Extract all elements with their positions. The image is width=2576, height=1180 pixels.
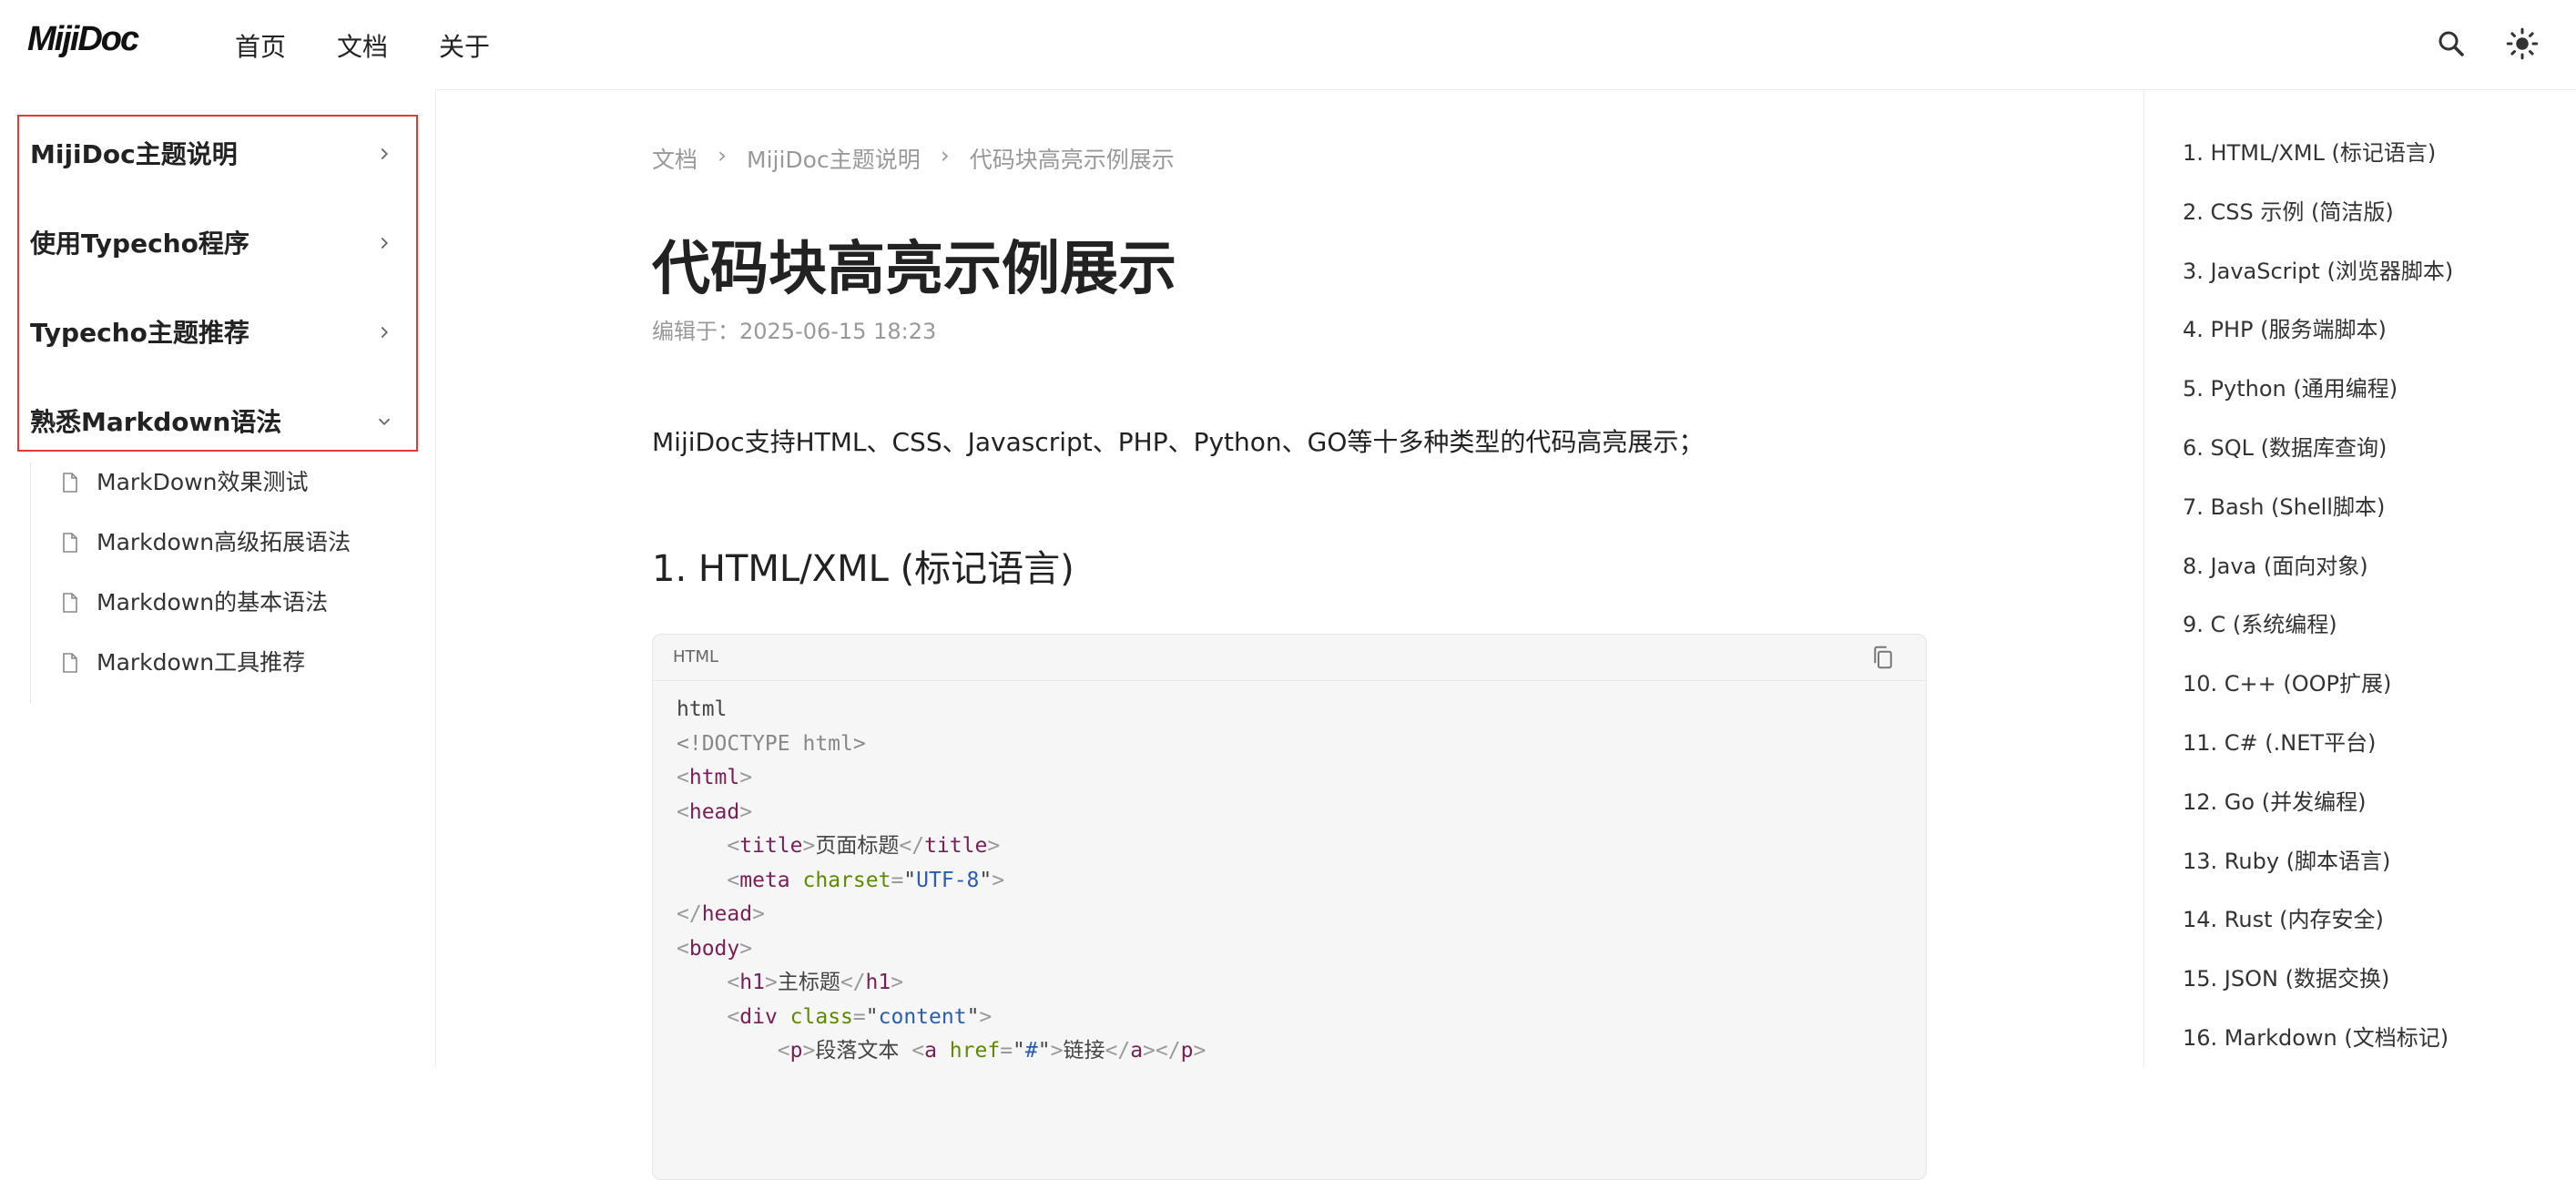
edited-timestamp: 编辑于：2025-06-15 18:23 [652,319,937,344]
chevron-right-icon [381,237,389,249]
toc-item[interactable]: 13. Ruby (脚本语言) [2183,843,2390,875]
toc-item[interactable]: 15. JSON (数据交换) [2183,961,2389,992]
category-label: 熟悉Markdown语法 [30,407,282,437]
code-block-header: HTML [653,635,1926,681]
intro-paragraph: MijiDoc支持HTML、CSS、Javascript、PHP、Python、… [652,427,1705,457]
breadcrumb-mijidoc[interactable]: MijiDoc主题说明 [747,142,921,175]
toc-item[interactable]: 7. Bash (Shell脚本) [2183,489,2385,521]
toc-item[interactable]: 1. HTML/XML (标记语言) [2183,135,2436,167]
sidebar-item-label: Markdown高级拓展语法 [97,529,351,555]
nav-home[interactable]: 首页 [235,27,286,64]
sidebar-item-markdown-test[interactable]: MarkDown效果测试 [60,463,308,503]
toc-item[interactable]: 8. Java (面向对象) [2183,548,2368,580]
sidebar-item-markdown-basic[interactable]: Markdown的基本语法 [60,583,328,623]
sidebar-category-markdown[interactable]: 熟悉Markdown语法 [30,395,394,450]
toc-item[interactable]: 11. C# (.NET平台) [2183,725,2376,757]
breadcrumb: 文档 › MijiDoc主题说明 › 代码块高亮示例展示 [652,142,1175,175]
code-line: <meta charset="UTF-8"> [727,868,1005,892]
category-label: MijiDoc主题说明 [30,139,238,169]
breadcrumb-docs[interactable]: 文档 [652,142,697,175]
sidebar-item-label: Markdown的基本语法 [97,589,329,615]
category-label: 使用Typecho程序 [30,229,249,259]
code-block: HTML html <!DOCTYPE html> <html> <head> <ti… [652,634,1927,1180]
code-line: <head> [677,799,753,824]
toc-item[interactable]: 9. C (系统编程) [2183,606,2337,638]
code-line: <!DOCTYPE html> [677,731,866,756]
table-of-contents: 1. HTML/XML (标记语言) 2. CSS 示例 (简洁版) 3. Java… [2143,89,2576,1067]
sidebar-category-mijidoc[interactable]: MijiDoc主题说明 [30,127,394,182]
toc-item[interactable]: 3. JavaScript (浏览器脚本) [2183,253,2453,285]
breadcrumb-current: 代码块高亮示例展示 [969,147,1175,173]
document-icon [63,653,77,673]
category-label: Typecho主题推荐 [30,318,249,348]
breadcrumb-separator-icon: › [940,142,950,168]
sidebar-item-label: MarkDown效果测试 [97,469,309,495]
code-line: <div class="content"> [727,1004,993,1029]
toc-item[interactable]: 5. Python (通用编程) [2183,371,2398,402]
page-title: 代码块高亮示例展示 [652,236,1176,303]
chevron-down-icon [378,418,391,426]
code-line: <title>页面标题</title> [727,834,1001,858]
toc-item[interactable]: 12. Go (并发编程) [2183,784,2366,816]
code-line: <html> [677,766,753,789]
toc-item[interactable]: 14. Rust (内存安全) [2183,901,2384,933]
site-logo[interactable]: MijiDoc [27,20,139,59]
toc-item[interactable]: 6. SQL (数据库查询) [2183,430,2387,462]
code-content: html <!DOCTYPE html> <html> <head> <title>页… [677,693,1206,1069]
section-heading: 1. HTML/XML (标记语言) [652,548,1074,590]
nav-docs[interactable]: 文档 [337,27,388,64]
sidebar-item-markdown-tools[interactable]: Markdown工具推荐 [60,643,305,683]
code-line: <body> [677,936,753,961]
chevron-right-icon [381,148,389,160]
document-icon [63,473,77,493]
nav-about[interactable]: 关于 [439,27,490,64]
markdown-sub-list: MarkDown效果测试 Markdown高级拓展语法 Markdown的基本语… [30,463,423,703]
theme-toggle-icon[interactable] [2506,27,2539,60]
search-icon[interactable] [2435,27,2468,60]
document-icon [63,533,77,553]
toc-item[interactable]: 4. PHP (服务端脚本) [2183,311,2387,343]
code-line: html [677,697,728,721]
sidebar-category-themes[interactable]: Typecho主题推荐 [30,306,394,361]
sidebar-item-label: Markdown工具推荐 [97,649,306,676]
toc-item[interactable]: 16. Markdown (文档标记) [2183,1020,2449,1052]
document-icon [63,593,77,613]
breadcrumb-separator-icon: › [718,142,728,168]
code-line: <h1>主标题</h1> [727,971,904,994]
code-line: <p>段落文本 <a href="#">链接</a></p> [777,1039,1207,1063]
toc-item[interactable]: 2. CSS 示例 (简洁版) [2183,194,2394,226]
top-header: MijiDoc 首页 文档 关于 [0,0,2576,89]
chevron-right-icon [381,326,389,339]
copy-icon[interactable] [1869,644,1897,671]
code-language-label: HTML [673,647,719,666]
top-nav: 首页 文档 关于 [235,27,490,64]
sidebar-category-typecho[interactable]: 使用Typecho程序 [30,217,394,271]
sidebar-item-markdown-advanced[interactable]: Markdown高级拓展语法 [60,523,351,563]
left-sidebar: MijiDoc主题说明 使用Typecho程序 Typecho主题推荐 熟悉Ma… [0,89,436,1067]
toc-item[interactable]: 10. C++ (OOP扩展) [2183,666,2391,697]
code-line: </head> [677,902,765,926]
